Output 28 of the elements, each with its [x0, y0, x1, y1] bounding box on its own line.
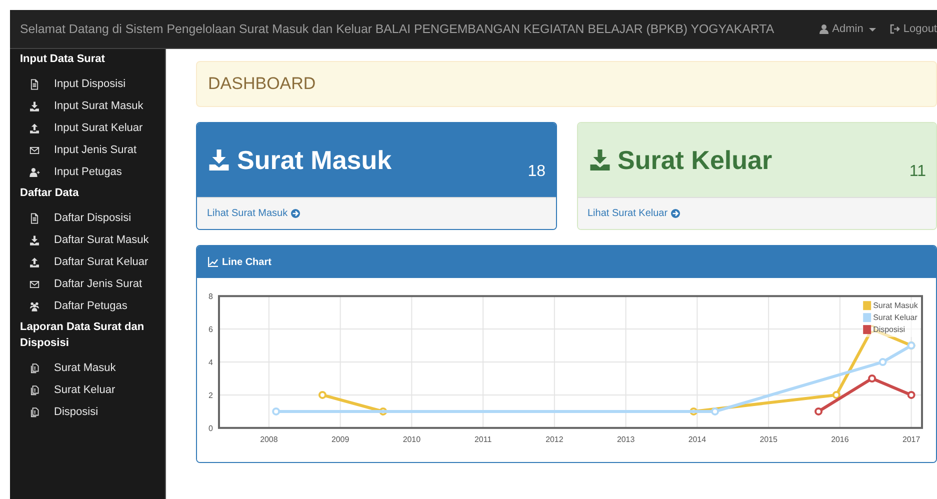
page-header: DASHBOARD [196, 61, 937, 107]
x-tick-label: 2017 [902, 434, 920, 444]
x-tick-label: 2009 [331, 434, 350, 444]
count: 11 [909, 163, 926, 181]
x-tick-label: 2011 [474, 434, 492, 444]
x-tick-label: 2015 [760, 434, 778, 444]
panel-title: Surat Masuk [207, 144, 528, 176]
count: 18 [528, 163, 546, 181]
x-tick-label: 2016 [831, 434, 849, 444]
x-tick-label: 2013 [616, 434, 635, 444]
y-tick-label: 8 [208, 292, 213, 302]
panel-title: Surat Keluar [588, 144, 910, 176]
sidebar-heading: Laporan Data Surat dan Disposisi [20, 320, 146, 351]
app-title: Selamat Datang di Sistem Pengelolaan Surat Masuk dan Keluar BALAI PENGEMBANGAN KEGIATAN BELAJAR (BPKB) YOGYAKARTA [20, 22, 776, 36]
y-tick-label: 0 [208, 424, 213, 433]
legend-label: Disposisi [873, 325, 905, 334]
x-tick-label: 2014 [688, 434, 706, 444]
sidebar-heading: Input Data Surat [20, 52, 106, 67]
chart-title: Line Chart [222, 256, 272, 268]
legend-label: Surat Masuk [873, 301, 918, 310]
y-tick-label: 6 [208, 325, 213, 334]
sidebar-heading: Daftar Data [20, 186, 80, 201]
x-tick-label: 2012 [546, 434, 564, 444]
y-tick-label: 4 [208, 358, 213, 367]
x-tick-label: 2008 [260, 434, 278, 444]
legend-label: Surat Keluar [873, 313, 918, 322]
y-tick-label: 2 [208, 390, 213, 400]
x-tick-label: 2010 [402, 434, 421, 444]
